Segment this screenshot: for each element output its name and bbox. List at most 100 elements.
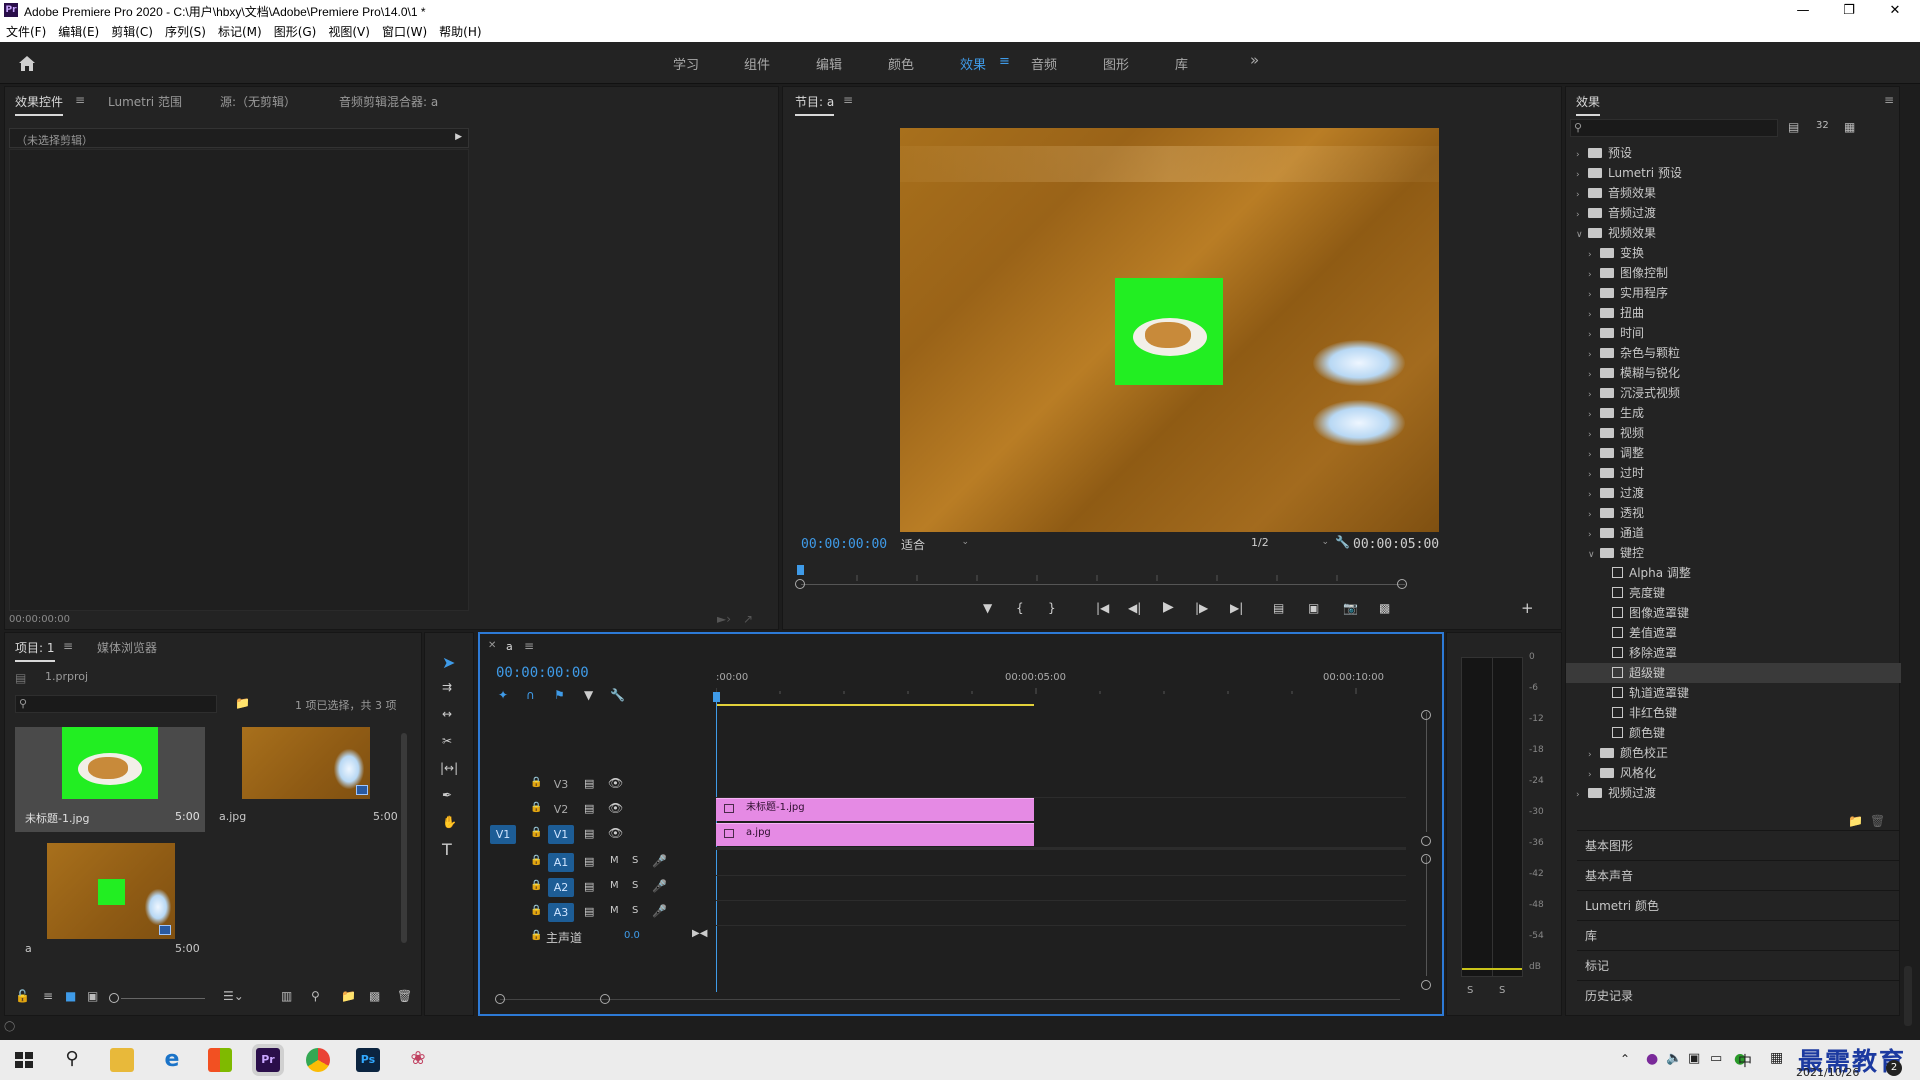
add-button-icon[interactable]: + [1521, 599, 1534, 617]
lock-icon[interactable]: 🔒 [530, 827, 542, 838]
effects-folder[interactable]: › 音频效果 [1566, 183, 1901, 203]
eye-icon[interactable]: 👁 [608, 776, 623, 790]
project-scrollbar[interactable] [401, 733, 407, 943]
mic-icon[interactable]: 🎤 [652, 854, 667, 868]
chevron-right-icon[interactable]: › [1588, 305, 1600, 325]
file-explorer-icon[interactable] [110, 1048, 134, 1072]
ws-tab-effects[interactable]: 效果 [960, 54, 986, 73]
new-bin-icon[interactable]: 📁 [341, 989, 356, 1003]
mark-in-icon[interactable]: { [1016, 601, 1024, 615]
effects-folder[interactable]: › 时间 [1566, 323, 1901, 343]
chevron-right-icon[interactable]: › [1588, 745, 1600, 765]
effects-folder[interactable]: › 杂色与颗粒 [1566, 343, 1901, 363]
sync-lock-icon[interactable]: ▤ [584, 905, 594, 918]
program-zoom-bar[interactable] [801, 584, 1405, 585]
zoom-handle-right[interactable] [600, 994, 610, 1004]
volume-icon[interactable]: 🔈 [1666, 1051, 1682, 1066]
scroll-handle[interactable] [1421, 854, 1431, 864]
sequence-tab[interactable]: a [506, 640, 513, 653]
effects-item[interactable]: 移除遮罩 [1566, 643, 1901, 663]
section-libraries[interactable]: 库 [1577, 920, 1900, 950]
ws-tab-graphics[interactable]: 图形 [1103, 54, 1129, 73]
ws-tab-libraries[interactable]: 库 [1175, 54, 1188, 73]
menu-help[interactable]: 帮助(H) [433, 22, 487, 42]
section-lumetri-color[interactable]: Lumetri 颜色 [1577, 890, 1900, 920]
scroll-handle[interactable] [1421, 710, 1431, 720]
32bit-effects-icon[interactable]: 32 [1816, 120, 1829, 131]
effects-search-input[interactable]: ⚲ [1570, 119, 1778, 137]
zoom-slider-handle[interactable] [109, 993, 119, 1003]
effects-item[interactable]: 亮度键 [1566, 583, 1901, 603]
menu-file[interactable]: 文件(F) [0, 22, 52, 42]
fit-dropdown[interactable]: 适合 ⌄ [901, 536, 971, 554]
chevron-right-icon[interactable]: › [1588, 265, 1600, 285]
lock-icon[interactable]: 🔒 [530, 855, 542, 866]
lock-icon[interactable]: 🔒 [530, 930, 542, 941]
project-item[interactable]: a 5:00 [15, 843, 205, 955]
zoom-handle-right[interactable] [1397, 579, 1407, 589]
program-time-ruler[interactable] [797, 565, 1405, 581]
lock-icon[interactable]: 🔒 [530, 802, 542, 813]
go-to-out-icon[interactable]: ▶| [1230, 601, 1243, 615]
mic-icon[interactable]: 🎤 [652, 904, 667, 918]
track-label[interactable]: V3 [548, 775, 574, 794]
menu-sequence[interactable]: 序列(S) [159, 22, 212, 42]
chevron-right-icon[interactable]: › [1588, 285, 1600, 305]
effects-folder[interactable]: › 图像控制 [1566, 263, 1901, 283]
effects-menu-icon[interactable]: ≡ [1884, 93, 1894, 107]
accelerated-effects-icon[interactable]: ▤ [1788, 120, 1799, 134]
nest-toggle-icon[interactable]: ✦ [498, 688, 508, 702]
effects-folder[interactable]: ∨ 视频效果 [1566, 223, 1901, 243]
effects-folder[interactable]: › 生成 [1566, 403, 1901, 423]
mic-icon[interactable]: 🎤 [652, 879, 667, 893]
scroll-handle[interactable] [1421, 980, 1431, 990]
linked-selection-icon[interactable]: ⚑ [554, 688, 565, 702]
chevron-right-icon[interactable]: › [1576, 165, 1588, 185]
add-marker-icon[interactable]: ▼ [983, 601, 992, 615]
effects-folder[interactable]: › 透视 [1566, 503, 1901, 523]
timeline-playhead[interactable] [713, 692, 720, 702]
go-to-in-icon[interactable]: |◀ [1096, 601, 1109, 615]
effects-item[interactable]: 图像遮罩键 [1566, 603, 1901, 623]
program-playhead[interactable] [797, 565, 804, 575]
ws-more-icon[interactable]: » [1250, 51, 1259, 69]
paint-icon[interactable]: ❀ [406, 1048, 430, 1072]
timeline-ruler[interactable]: :00:00 00:00:05:00 00:00:10:00 [716, 672, 1436, 694]
new-bin-icon[interactable]: 📁 [1848, 814, 1863, 828]
sort-icon[interactable]: ☰⌄ [223, 989, 244, 1003]
delete-icon[interactable]: 🗑 [1870, 814, 1885, 828]
keyboard-icon[interactable]: ▦ [1770, 1050, 1783, 1066]
section-history[interactable]: 历史记录 [1577, 980, 1900, 1010]
network-icon[interactable]: ▣ [1688, 1051, 1700, 1066]
chevron-down-icon[interactable]: ∨ [1576, 225, 1588, 245]
new-bin-search-icon[interactable]: 📁 [235, 696, 250, 710]
ws-tab-audio[interactable]: 音频 [1031, 54, 1057, 73]
find-icon[interactable]: ⚲ [311, 989, 320, 1003]
chevron-right-icon[interactable]: › [1588, 525, 1600, 545]
solo-button[interactable]: S [632, 880, 638, 891]
type-tool-icon[interactable]: T [442, 840, 452, 859]
chevron-down-icon[interactable]: ∨ [1588, 545, 1600, 565]
effects-folder[interactable]: › 沉浸式视频 [1566, 383, 1901, 403]
sync-lock-icon[interactable]: ▤ [584, 855, 594, 868]
solo-button[interactable]: S [632, 905, 638, 916]
audio-track-scrollbar[interactable] [1426, 856, 1427, 976]
wrench-icon[interactable]: 🔧 [1335, 535, 1350, 549]
timeline-clip-v1[interactable]: a.jpg [716, 823, 1034, 846]
section-essential-graphics[interactable]: 基本图形 [1577, 830, 1900, 860]
track-select-tool-icon[interactable]: ⇉ [442, 680, 452, 694]
video-track-scrollbar[interactable] [1426, 712, 1427, 832]
zoom-slider[interactable] [121, 998, 205, 999]
solo-left-button[interactable]: S [1467, 985, 1473, 996]
ws-tab-color[interactable]: 颜色 [888, 54, 914, 73]
track-label[interactable]: A3 [548, 903, 574, 922]
effects-item[interactable]: 轨道遮罩键 [1566, 683, 1901, 703]
chevron-right-icon[interactable]: › [1588, 465, 1600, 485]
tab-menu-icon[interactable]: ≡ [75, 93, 85, 107]
mute-button[interactable]: M [610, 880, 619, 891]
tab-source[interactable]: 源:（无剪辑） [220, 93, 296, 110]
clip-selector[interactable]: （未选择剪辑） ▶ [9, 128, 469, 148]
program-menu-icon[interactable]: ≡ [843, 93, 853, 107]
close-button[interactable]: ✕ [1872, 0, 1918, 22]
notification-badge[interactable]: 2 [1886, 1060, 1902, 1076]
